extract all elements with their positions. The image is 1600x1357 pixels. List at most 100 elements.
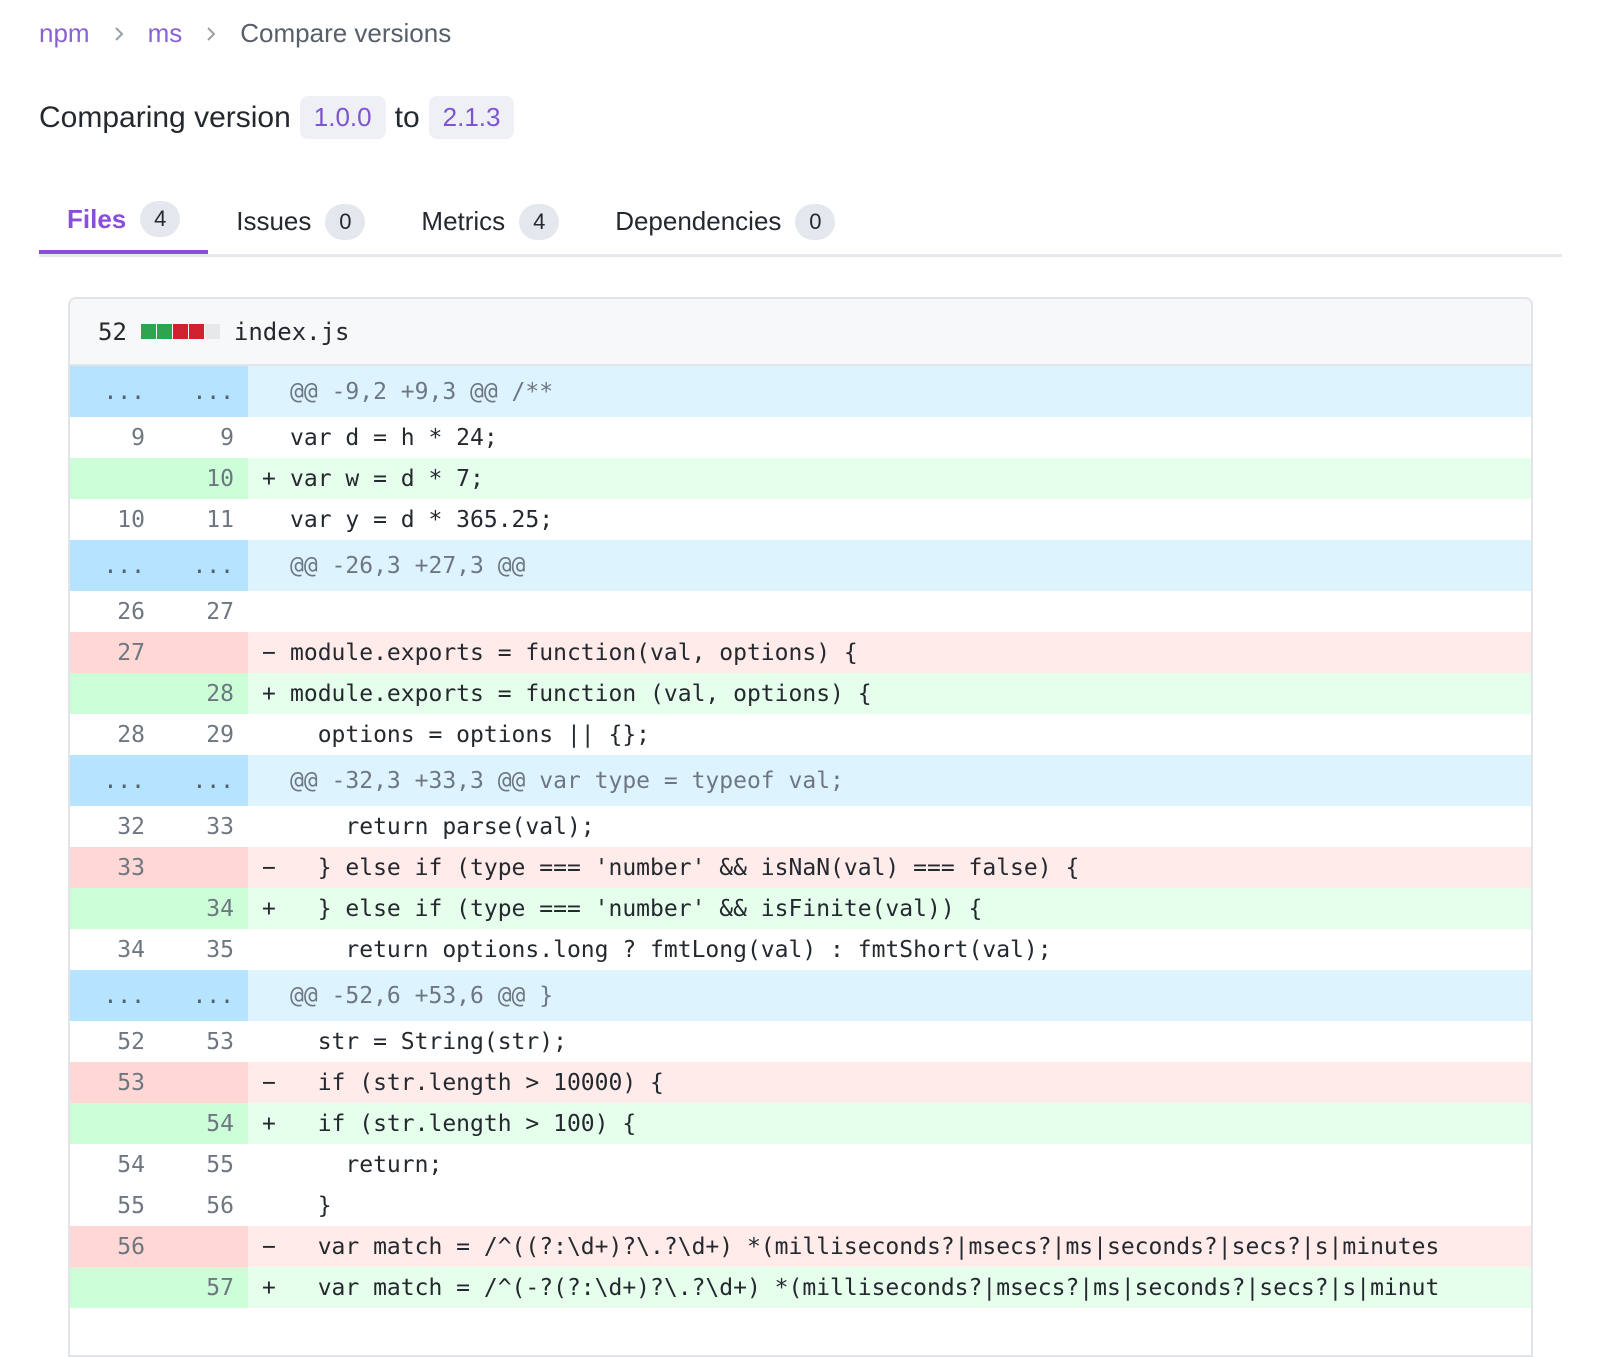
old-line-number xyxy=(70,1103,159,1144)
plus-sign: + xyxy=(262,895,276,922)
diff-code: + if (str.length > 100) { xyxy=(248,1103,1531,1144)
diff-code: var d = h * 24; xyxy=(248,417,1531,458)
diff-line-context: 34 35 return options.long ? fmtLong(val) … xyxy=(70,929,1531,970)
new-line-number xyxy=(159,847,248,888)
breadcrumb-npm-link[interactable]: npm xyxy=(39,18,90,49)
diff-code: − if (str.length > 10000) { xyxy=(248,1062,1531,1103)
diff-hunk-header[interactable]: ...... @@ -26,3 +27,3 @@ xyxy=(70,540,1531,591)
diff-line-context: 10 11 var y = d * 365.25; xyxy=(70,499,1531,540)
old-line-number: 54 xyxy=(117,1151,145,1178)
old-line-number: 32 xyxy=(117,813,145,840)
new-line-number: 34 xyxy=(159,888,248,929)
tab-metrics-label: Metrics xyxy=(421,206,506,236)
diff-stat-removed-block xyxy=(188,324,204,339)
diff-sign xyxy=(262,722,290,748)
diff-code-text: var y = d * 365.25; xyxy=(290,506,554,533)
diff-code-text: @@ -9,2 +9,3 @@ /** xyxy=(290,378,554,405)
diff-code-text: var match = /^(-?(?:\d+)?\.?\d+) *(milli… xyxy=(290,1274,1440,1301)
tab-issues[interactable]: Issues 0 xyxy=(208,192,393,251)
diff-code-text: @@ -26,3 +27,3 @@ xyxy=(290,552,526,579)
diff-line-added: 10 + var w = d * 7; xyxy=(70,458,1531,499)
diff-line-removed: 33 − } else if (type === 'number' && isNa… xyxy=(70,847,1531,888)
minus-sign: − xyxy=(262,639,276,666)
diff-sign xyxy=(262,599,290,625)
new-line-number: 28 xyxy=(159,673,248,714)
new-line-number: 11 xyxy=(206,506,234,533)
diff-line-context: 26 27 xyxy=(70,591,1531,632)
diff-line-removed: 27 − module.exports = function(val, option… xyxy=(70,632,1531,673)
diff-code-text: var w = d * 7; xyxy=(290,465,484,492)
diff-code: @@ -26,3 +27,3 @@ xyxy=(248,540,1531,591)
new-line-number: 55 xyxy=(206,1151,234,1178)
diff-sign xyxy=(262,507,290,533)
diff-code: return options.long ? fmtLong(val) : fmt… xyxy=(248,929,1531,970)
old-line-number: 55 xyxy=(117,1192,145,1219)
tab-issues-count: 0 xyxy=(325,203,366,240)
diff-line-context: 32 33 return parse(val); xyxy=(70,806,1531,847)
diff-sign xyxy=(262,768,290,794)
diff-sign xyxy=(262,1152,290,1178)
old-line-number xyxy=(70,888,159,929)
diff-sign xyxy=(262,814,290,840)
diff-hunk-header[interactable]: ...... @@ -9,2 +9,3 @@ /** xyxy=(70,366,1531,417)
tab-dependencies[interactable]: Dependencies 0 xyxy=(587,192,863,251)
tab-issues-label: Issues xyxy=(236,206,312,236)
diff-code-text: module.exports = function(val, options) … xyxy=(290,639,858,666)
tab-dependencies-count: 0 xyxy=(795,203,836,240)
old-line-number: ... xyxy=(70,970,159,1021)
diff-code-text: } xyxy=(290,1192,332,1219)
diff-line-context: 55 56 } xyxy=(70,1185,1531,1226)
old-line-number: 26 xyxy=(117,598,145,625)
new-line-number: 27 xyxy=(206,598,234,625)
diff-line-added: 28 + module.exports = function (val, optio… xyxy=(70,673,1531,714)
diff-code-text: if (str.length > 100) { xyxy=(290,1110,637,1137)
diff-code: str = String(str); xyxy=(248,1021,1531,1062)
new-line-number: ... xyxy=(159,970,248,1021)
plus-sign: + xyxy=(262,1274,276,1301)
old-line-number: ... xyxy=(70,755,159,806)
tab-files-label: Files xyxy=(67,203,127,234)
from-version-badge[interactable]: 1.0.0 xyxy=(299,96,386,139)
diff-code-text: @@ -32,3 +33,3 @@ var type = typeof val; xyxy=(290,767,844,794)
old-line-number: ... xyxy=(70,366,159,417)
chevron-right-icon xyxy=(112,24,126,44)
diff-code-text: var match = /^((?:\d+)?\.?\d+) *(millise… xyxy=(290,1233,1440,1260)
file-name[interactable]: index.js xyxy=(234,318,350,346)
diff-code-text: } else if (type === 'number' && isNaN(va… xyxy=(290,854,1080,881)
tab-files[interactable]: Files 4 xyxy=(39,192,209,254)
diff-code: var y = d * 365.25; xyxy=(248,499,1531,540)
diff-stat-removed-block xyxy=(172,324,188,339)
diff-code-text: @@ -52,6 +53,6 @@ } xyxy=(290,982,554,1009)
diff-stat-added-block xyxy=(140,324,156,339)
tab-dependencies-label: Dependencies xyxy=(615,206,782,236)
compare-prefix: Comparing version xyxy=(39,100,291,134)
file-change-count: 52 xyxy=(98,317,127,346)
diff-code: + } else if (type === 'number' && isFini… xyxy=(248,888,1531,929)
chevron-right-icon xyxy=(204,24,218,44)
diff-sign xyxy=(262,937,290,963)
diff-hunk-header[interactable]: ...... @@ -52,6 +53,6 @@ } xyxy=(70,970,1531,1021)
diff-hunk-header[interactable]: ...... @@ -32,3 +33,3 @@ var type = type… xyxy=(70,755,1531,806)
tab-metrics[interactable]: Metrics 4 xyxy=(393,192,587,251)
new-line-number xyxy=(159,1062,248,1103)
to-version-badge[interactable]: 2.1.3 xyxy=(428,96,515,139)
diff-code: options = options || {}; xyxy=(248,714,1531,755)
new-line-number: 33 xyxy=(206,813,234,840)
diff-stat-bar xyxy=(140,324,220,339)
diff-code-text: var d = h * 24; xyxy=(290,424,498,451)
old-line-number: 10 xyxy=(117,506,145,533)
old-line-number: 34 xyxy=(117,936,145,963)
minus-sign: − xyxy=(262,854,276,881)
old-line-number: 9 xyxy=(131,424,145,451)
diff-sign xyxy=(262,425,290,451)
old-line-number: 27 xyxy=(70,632,159,673)
diff-code: @@ -32,3 +33,3 @@ var type = typeof val; xyxy=(248,755,1531,806)
minus-sign: − xyxy=(262,1069,276,1096)
file-header[interactable]: 52 index.js xyxy=(70,299,1531,366)
new-line-number: 35 xyxy=(206,936,234,963)
breadcrumb-ms-link[interactable]: ms xyxy=(148,18,183,49)
diff-sign xyxy=(262,379,290,405)
old-line-number: 53 xyxy=(70,1062,159,1103)
diff-line-added: 57 + var match = /^(-?(?:\d+)?\.?\d+) *(m… xyxy=(70,1267,1531,1308)
new-line-number: ... xyxy=(159,540,248,591)
